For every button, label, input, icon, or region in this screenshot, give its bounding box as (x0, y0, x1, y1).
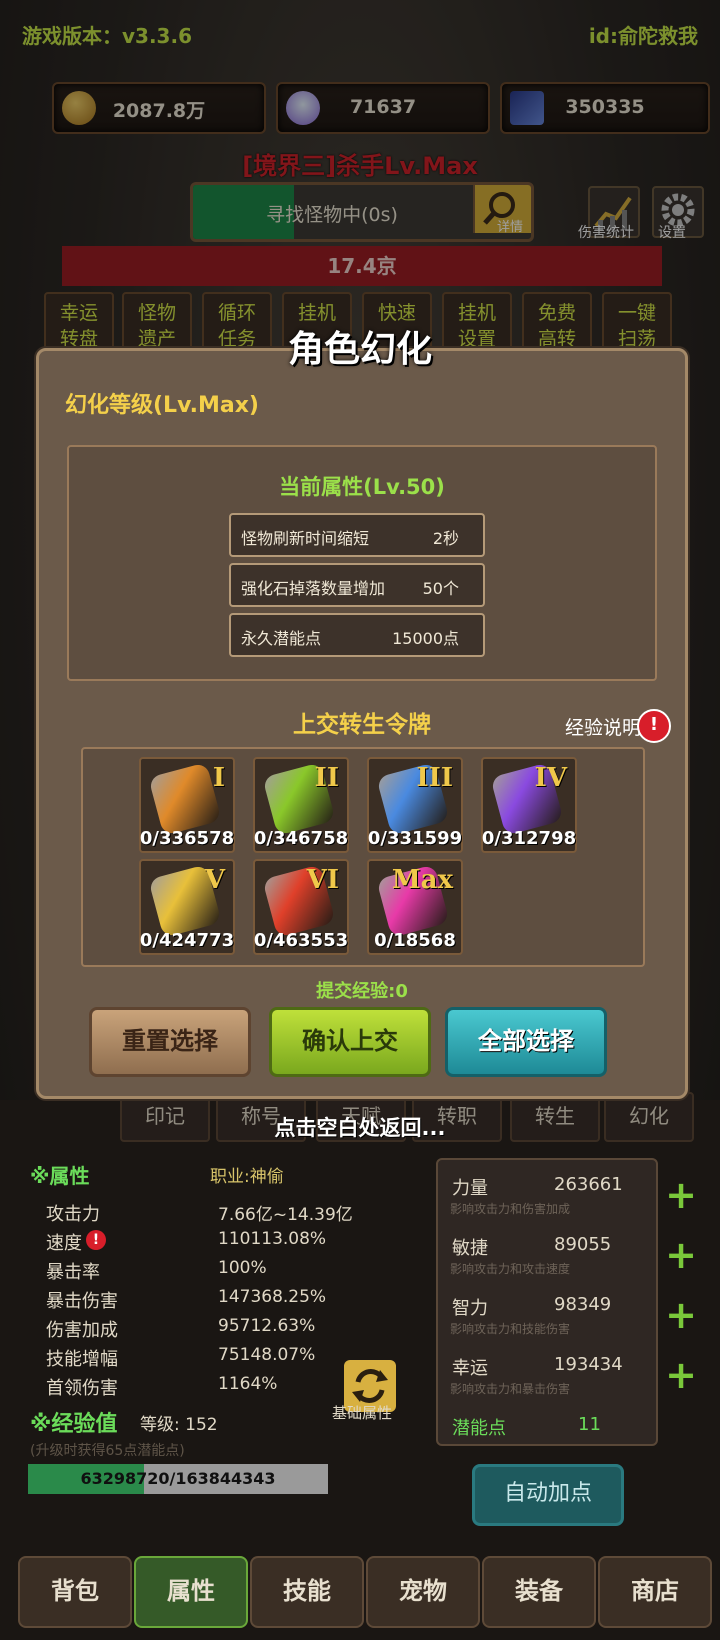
token-count: 0/336578 (139, 828, 235, 849)
stat-value: 147368.25% (218, 1287, 327, 1307)
alloc-attr-name: 力量 (452, 1178, 488, 1199)
stat-name: 暴击率 (46, 1262, 100, 1283)
exp-heading: ※经验值 (30, 1412, 118, 1437)
token-count: 0/331599 (367, 828, 463, 849)
attribute-row: 强化石掉落数量增加 50个 (229, 563, 485, 607)
current-attributes-panel: 当前属性(Lv.50) 怪物刷新时间缩短 2秒 强化石掉落数量增加 50个 永久… (67, 445, 657, 681)
potential-label: 潜能点 (452, 1418, 506, 1439)
exclamation-icon[interactable]: ! (637, 709, 671, 743)
stat-value: 100% (218, 1258, 267, 1278)
transform-modal: 幻化等级(Lv.Max) 当前属性(Lv.50) 怪物刷新时间缩短 2秒 强化石… (36, 348, 688, 1099)
token-tier-label: IV (534, 763, 567, 793)
token-tier-label: VI (306, 865, 339, 895)
stat-value: 75148.07% (218, 1345, 316, 1365)
alloc-attr-desc: 影响攻击力和伤害加成 (450, 1202, 571, 1216)
token-slot[interactable]: V 0/424773 (139, 859, 235, 955)
token-slot[interactable]: III 0/331599 (367, 757, 463, 853)
attribute-name: 怪物刷新时间缩短 (241, 529, 370, 548)
token-count: 0/18568 (374, 930, 456, 951)
return-hint: 点击空白处返回... (274, 1116, 446, 1140)
alloc-attr-name: 幸运 (452, 1358, 488, 1379)
stat-name: 首领伤害 (46, 1378, 118, 1399)
attribute-value: 2秒 (432, 529, 459, 548)
token-count: 0/346758 (253, 828, 349, 849)
attribute-value: 50个 (422, 579, 459, 598)
bottom-tab-2[interactable]: 属性 (134, 1556, 248, 1628)
stat-name: 伤害加成 (46, 1320, 118, 1341)
modal-title: 角色幻化 (287, 329, 432, 370)
alloc-attr-desc: 影响攻击力和暴击伤害 (450, 1382, 571, 1396)
stat-value: 110113.08% (218, 1229, 327, 1249)
stat-name: 技能增幅 (46, 1349, 118, 1370)
job-label: 职业:神偷 (210, 1167, 284, 1187)
plus-icon[interactable]: + (664, 1296, 698, 1334)
plus-icon[interactable]: + (664, 1176, 698, 1214)
attribute-row: 永久潜能点 15000点 (229, 613, 485, 657)
stat-name: 攻击力 (46, 1204, 100, 1225)
confirm-submit-button[interactable]: 确认上交 (269, 1007, 431, 1077)
exp-help-link[interactable]: 经验说明 (565, 713, 641, 740)
exp-hint: (升级时获得65点潜能点) (30, 1443, 185, 1459)
bottom-tab-5[interactable]: 装备 (482, 1556, 596, 1628)
stat-value: 1164% (218, 1374, 278, 1394)
stat-name: 暴击伤害 (46, 1291, 118, 1312)
token-slot[interactable]: IV 0/312798 (481, 757, 577, 853)
bottom-tab-6[interactable]: 商店 (598, 1556, 712, 1628)
submit-exp-label: 提交经验:0 (316, 981, 408, 1002)
token-tier-label: III (416, 763, 454, 793)
token-slot[interactable]: I 0/336578 (139, 757, 235, 853)
bottom-tab-4[interactable]: 宠物 (366, 1556, 480, 1628)
exp-text: 63298720/163844343 (80, 1469, 276, 1488)
transform-level-label: 幻化等级(Lv.Max) (65, 393, 259, 418)
base-attr-label: 基础属性 (332, 1404, 393, 1422)
plus-icon[interactable]: + (664, 1236, 698, 1274)
bottom-tab-3[interactable]: 技能 (250, 1556, 364, 1628)
token-slot[interactable]: Max 0/18568 (367, 859, 463, 955)
token-count: 0/463553 (253, 930, 349, 951)
alloc-attr-value: 89055 (554, 1234, 612, 1255)
stats-heading: ※属性 (30, 1164, 90, 1188)
token-count: 0/312798 (481, 828, 577, 849)
attribute-value: 15000点 (392, 629, 459, 648)
current-attributes-title: 当前属性(Lv.50) (279, 475, 445, 499)
alloc-attr-value: 193434 (554, 1354, 623, 1375)
exp-bar: 63298720/163844343 (28, 1464, 328, 1494)
alloc-attr-name: 敏捷 (452, 1238, 488, 1259)
stat-name: 速度 (46, 1233, 82, 1254)
attribute-name: 永久潜能点 (241, 629, 322, 648)
alloc-attr-value: 98349 (554, 1294, 612, 1315)
alloc-attr-name: 智力 (452, 1298, 488, 1319)
stat-value: 95712.63% (218, 1316, 316, 1336)
token-slot[interactable]: II 0/346758 (253, 757, 349, 853)
reset-selection-button[interactable]: 重置选择 (89, 1007, 251, 1077)
level-label: 等级: 152 (140, 1415, 218, 1435)
token-tier-label: I (212, 763, 225, 793)
speed-warning-icon[interactable]: ! (86, 1230, 106, 1250)
token-grid: I 0/336578 II 0/346758 III 0/331599 IV 0/312798… (81, 747, 645, 967)
attribute-allocation-panel: 力量 263661 影响攻击力和伤害加成敏捷 89055 影响攻击力和攻击速度智力 983… (436, 1158, 658, 1446)
token-gem-icon (148, 762, 222, 836)
bottom-tab-1[interactable]: 背包 (18, 1556, 132, 1628)
token-count: 0/424773 (139, 930, 235, 951)
plus-icon[interactable]: + (664, 1356, 698, 1394)
stat-value: 7.66亿~14.39亿 (218, 1205, 353, 1225)
alloc-attr-desc: 影响攻击力和攻击速度 (450, 1262, 571, 1276)
alloc-attr-desc: 影响攻击力和技能伤害 (450, 1322, 571, 1336)
alloc-attr-value: 263661 (554, 1174, 623, 1195)
auto-add-button[interactable]: 自动加点 (472, 1464, 624, 1526)
token-tier-label: Max (391, 865, 453, 895)
attribute-row: 怪物刷新时间缩短 2秒 (229, 513, 485, 557)
token-slot[interactable]: VI 0/463553 (253, 859, 349, 955)
potential-value: 11 (578, 1414, 601, 1435)
token-tier-label: V (204, 865, 225, 895)
select-all-button[interactable]: 全部选择 (445, 1007, 607, 1077)
attribute-name: 强化石掉落数量增加 (241, 579, 386, 598)
token-tier-label: II (314, 763, 339, 793)
